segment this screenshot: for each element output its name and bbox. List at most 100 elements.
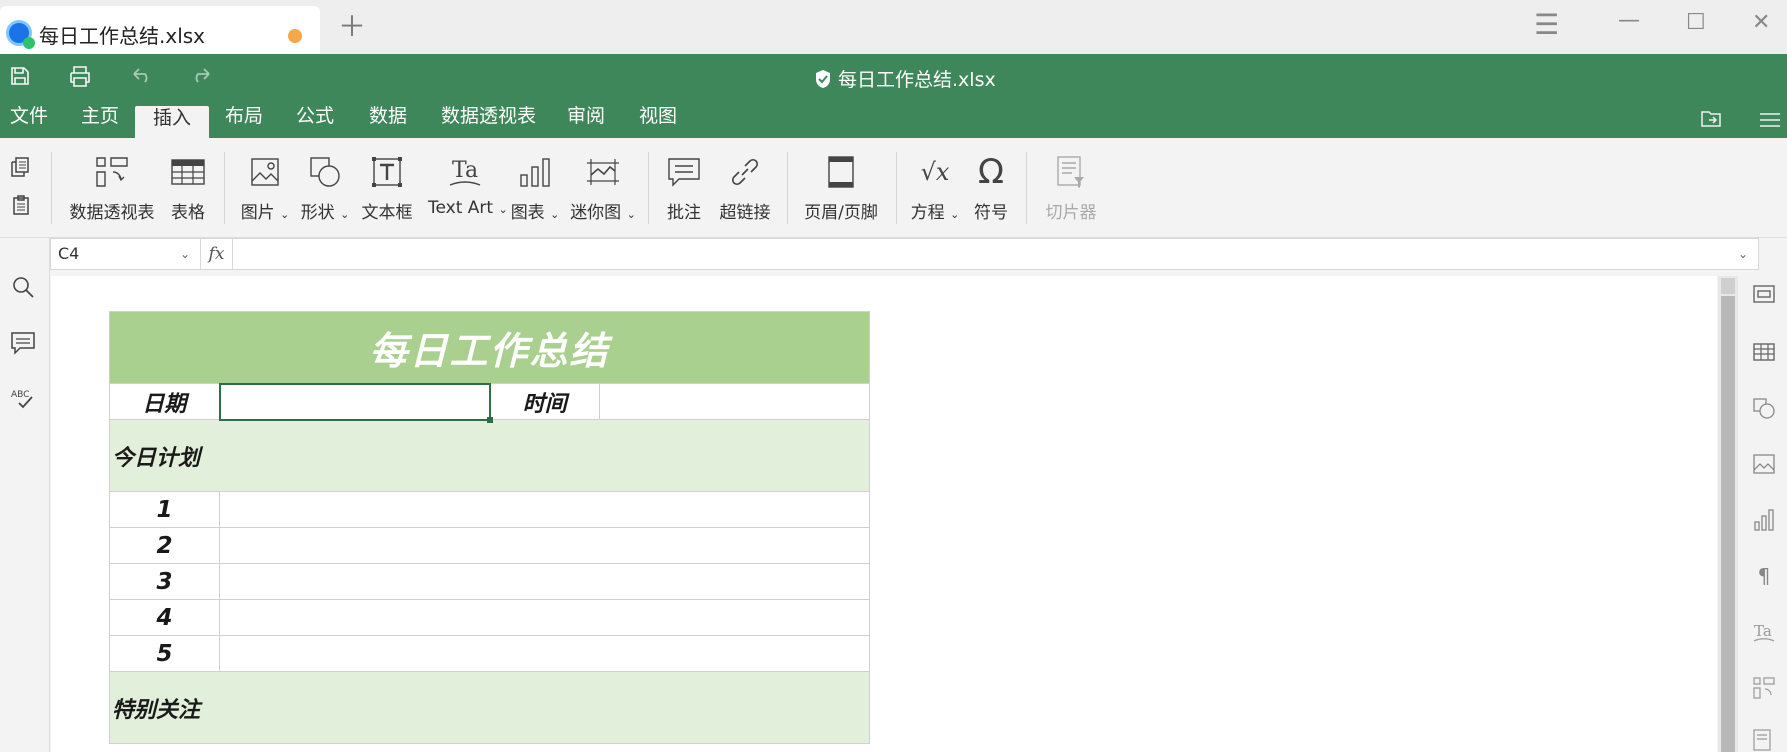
table-button[interactable]: 表格: [166, 152, 210, 223]
unsaved-indicator: [288, 29, 302, 43]
hyperlink-label: 超链接: [719, 203, 771, 223]
date-value-cell-selected[interactable]: [218, 382, 494, 424]
comment-label: 批注: [667, 203, 701, 223]
pivot-properties-icon[interactable]: [1752, 676, 1776, 700]
picture-icon: [251, 158, 279, 186]
maximize-button[interactable]: ☐: [1686, 10, 1706, 35]
hyperlink-button[interactable]: 超链接: [718, 152, 772, 223]
minimize-button[interactable]: —: [1618, 8, 1640, 33]
sheet-title-cell[interactable]: 每日工作总结: [109, 311, 870, 384]
menu-home[interactable]: 主页: [63, 100, 137, 138]
more-menu-icon[interactable]: [1760, 112, 1780, 128]
text-art-properties-icon[interactable]: Ta: [1752, 620, 1776, 644]
comment-icon[interactable]: [10, 330, 36, 356]
formula-input[interactable]: [241, 239, 1718, 269]
menu-data[interactable]: 数据: [351, 100, 425, 138]
menu-formula[interactable]: 公式: [278, 100, 352, 138]
shape-icon: [310, 157, 340, 187]
cell-properties-icon[interactable]: [1752, 282, 1776, 306]
plan-row-content[interactable]: [219, 563, 870, 600]
close-button[interactable]: ✕: [1752, 10, 1770, 35]
new-tab-button[interactable]: ＋: [338, 13, 366, 41]
equation-button[interactable]: √x 方程 ⌄: [910, 152, 960, 223]
table-label: 表格: [171, 203, 205, 223]
plan-row-number[interactable]: 4: [109, 599, 220, 636]
copy-icon[interactable]: [10, 156, 32, 178]
section-focus-cell[interactable]: 特别关注: [109, 671, 870, 744]
time-label-cell[interactable]: 时间: [489, 383, 600, 420]
plan-row-number[interactable]: 3: [109, 563, 220, 600]
table-properties-icon[interactable]: [1752, 340, 1776, 364]
symbol-button[interactable]: Ω 符号: [970, 152, 1012, 223]
pivot-table-icon: [96, 157, 128, 187]
chevron-down-icon[interactable]: ⌄: [180, 239, 190, 269]
equation-icon: √x: [920, 158, 950, 186]
menu-file[interactable]: 文件: [0, 100, 66, 138]
left-sidebar: ABC: [0, 238, 50, 752]
slicer-button[interactable]: 切片器: [1042, 152, 1100, 223]
table-icon: [171, 159, 205, 185]
shape-label: 形状: [300, 203, 335, 223]
menu-review[interactable]: 审阅: [549, 100, 623, 138]
cell-reference: C4: [58, 244, 80, 263]
chart-button[interactable]: 图表 ⌄: [510, 152, 560, 223]
pivot-table-button[interactable]: 数据透视表: [69, 152, 155, 223]
chevron-down-icon: ⌄: [950, 208, 960, 221]
sparkline-button[interactable]: 迷你图 ⌄: [570, 152, 636, 223]
title-bar: 每日工作总结.xlsx: [0, 54, 1787, 100]
shape-properties-icon[interactable]: [1752, 396, 1776, 420]
textbox-button[interactable]: 文本框: [360, 152, 414, 223]
date-label-cell[interactable]: 日期: [109, 383, 220, 420]
app-logo-icon: [6, 20, 35, 49]
plan-row-content[interactable]: [219, 527, 870, 564]
slicer-properties-icon[interactable]: [1752, 728, 1776, 752]
name-box[interactable]: C4 ⌄: [51, 239, 201, 269]
expand-formula-icon[interactable]: ⌄: [1738, 239, 1748, 269]
paragraph-icon[interactable]: ¶: [1752, 564, 1776, 588]
redo-icon[interactable]: [190, 67, 214, 83]
plan-row-content[interactable]: [219, 491, 870, 528]
plan-row-content[interactable]: [219, 599, 870, 636]
plan-row-number[interactable]: 2: [109, 527, 220, 564]
menu-insert[interactable]: 插入: [135, 106, 210, 138]
fx-icon[interactable]: fx: [201, 239, 233, 269]
plan-row-content[interactable]: [219, 635, 870, 672]
save-icon[interactable]: [10, 66, 30, 86]
image-properties-icon[interactable]: [1752, 452, 1776, 476]
svg-text:Ta: Ta: [1754, 622, 1772, 640]
menu-pivot-table[interactable]: 数据透视表: [423, 100, 554, 138]
textbox-label: 文本框: [361, 203, 413, 223]
section-plan-cell[interactable]: 今日计划: [109, 419, 870, 492]
document-tab[interactable]: 每日工作总结.xlsx: [0, 6, 320, 54]
ribbon-toolbar: 数据透视表 表格 图片 ⌄ 形状 ⌄ 文本框 Ta Text Art ⌄ 图表 …: [0, 138, 1787, 238]
search-icon[interactable]: [10, 274, 36, 300]
comment-button[interactable]: 批注: [664, 152, 704, 223]
header-footer-button[interactable]: 页眉/页脚: [804, 152, 878, 223]
time-value-cell[interactable]: [599, 383, 870, 420]
slicer-icon: [1057, 156, 1084, 188]
undo-icon[interactable]: [129, 67, 153, 83]
plan-row-number[interactable]: 1: [109, 491, 220, 528]
chart-properties-icon[interactable]: [1752, 508, 1776, 532]
symbol-label: 符号: [974, 203, 1008, 223]
plan-row-number[interactable]: 5: [109, 635, 220, 672]
shape-button[interactable]: 形状 ⌄: [300, 152, 350, 223]
print-icon[interactable]: [68, 65, 92, 87]
export-icon[interactable]: [1700, 110, 1722, 128]
hamburger-menu-icon[interactable]: ☰: [1534, 8, 1559, 41]
slicer-label: 切片器: [1045, 203, 1097, 223]
vertical-scrollbar[interactable]: [1718, 276, 1738, 752]
spellcheck-icon[interactable]: ABC: [10, 386, 36, 412]
menu-view[interactable]: 视图: [621, 100, 695, 138]
scrollbar-thumb[interactable]: [1721, 296, 1735, 752]
svg-text:Ta: Ta: [452, 158, 478, 183]
picture-button[interactable]: 图片 ⌄: [240, 152, 290, 223]
chevron-down-icon: ⌄: [280, 208, 290, 221]
chevron-down-icon: ⌄: [340, 208, 350, 221]
paste-icon[interactable]: [10, 194, 32, 216]
document-title-text: 每日工作总结.xlsx: [838, 69, 996, 91]
menu-layout[interactable]: 布局: [207, 100, 281, 138]
text-art-button[interactable]: Ta Text Art ⌄: [428, 152, 508, 218]
scroll-up-button[interactable]: [1721, 278, 1735, 294]
sparkline-label: 迷你图: [570, 203, 622, 223]
